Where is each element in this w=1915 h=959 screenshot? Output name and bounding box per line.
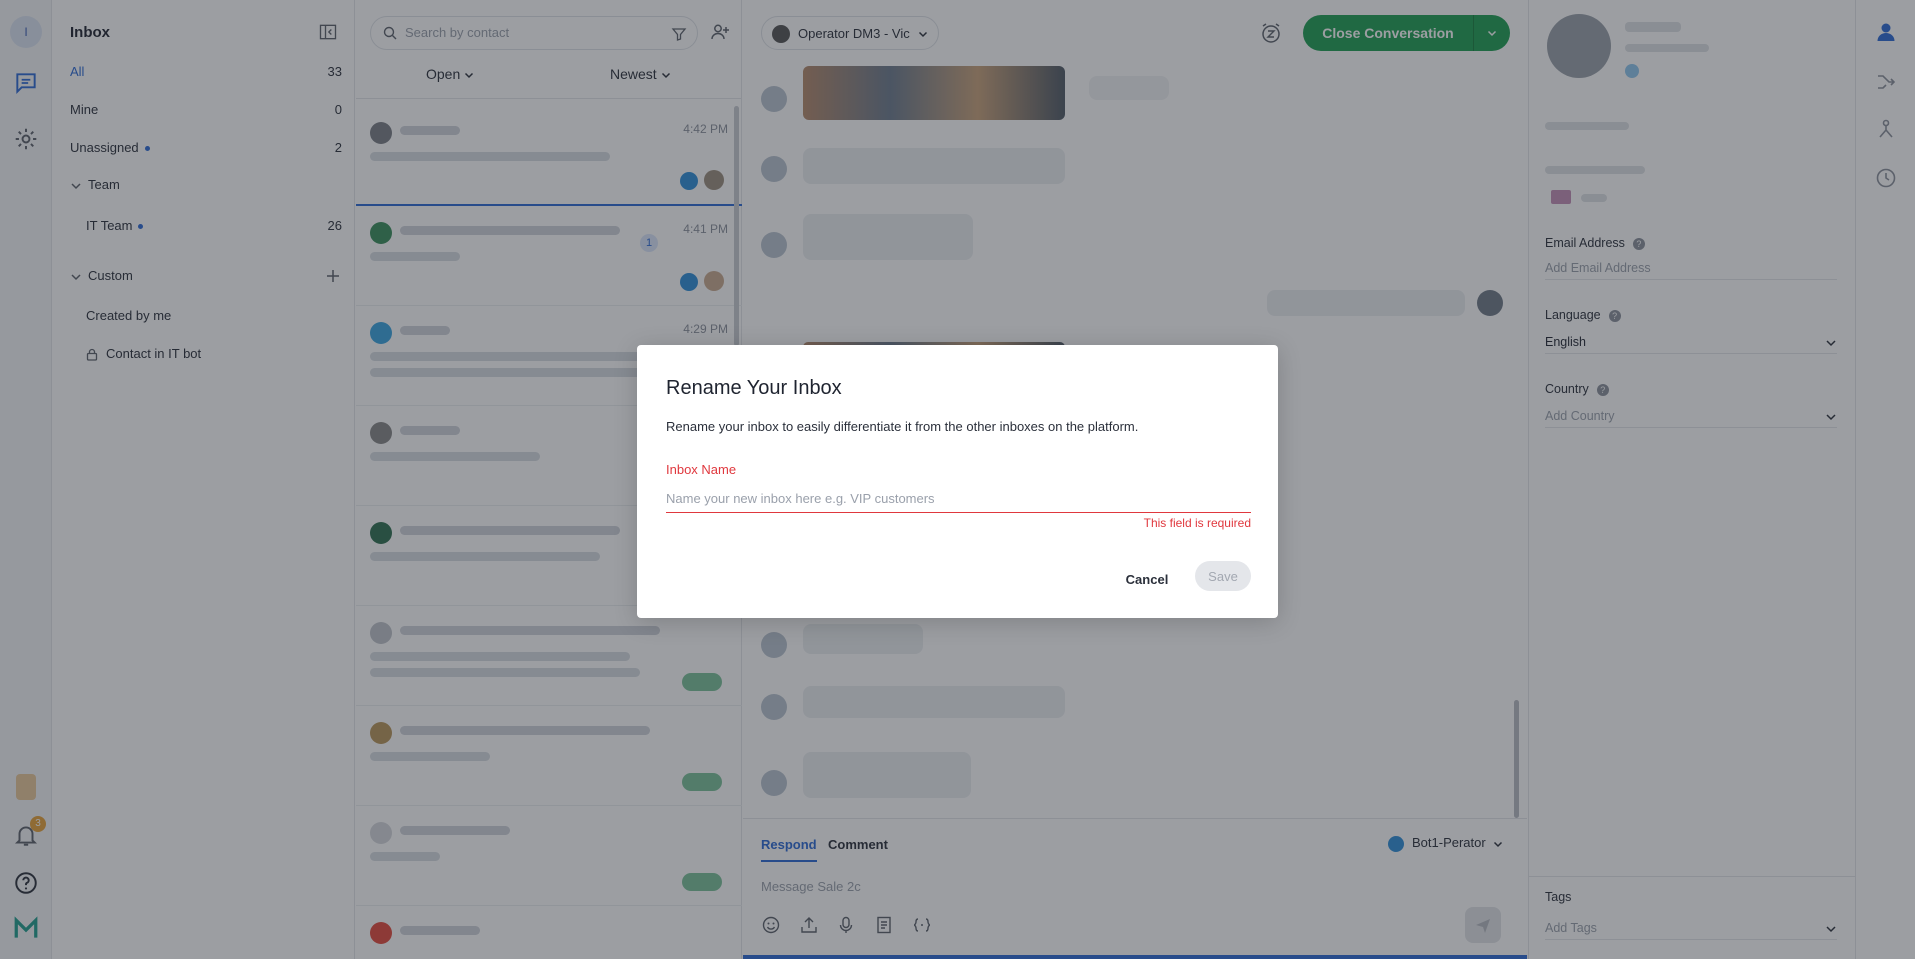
save-button[interactable]: Save — [1195, 561, 1251, 591]
dialog-description: Rename your inbox to easily differentiat… — [666, 419, 1139, 434]
validation-error: This field is required — [1143, 516, 1251, 530]
inbox-name-input[interactable] — [666, 485, 1251, 513]
dialog-title: Rename Your Inbox — [666, 377, 842, 399]
inbox-name-label: Inbox Name — [666, 462, 737, 477]
rename-inbox-dialog: Rename Your Inbox Rename your inbox to e… — [637, 345, 1278, 618]
cancel-button[interactable]: Cancel — [1117, 565, 1177, 593]
